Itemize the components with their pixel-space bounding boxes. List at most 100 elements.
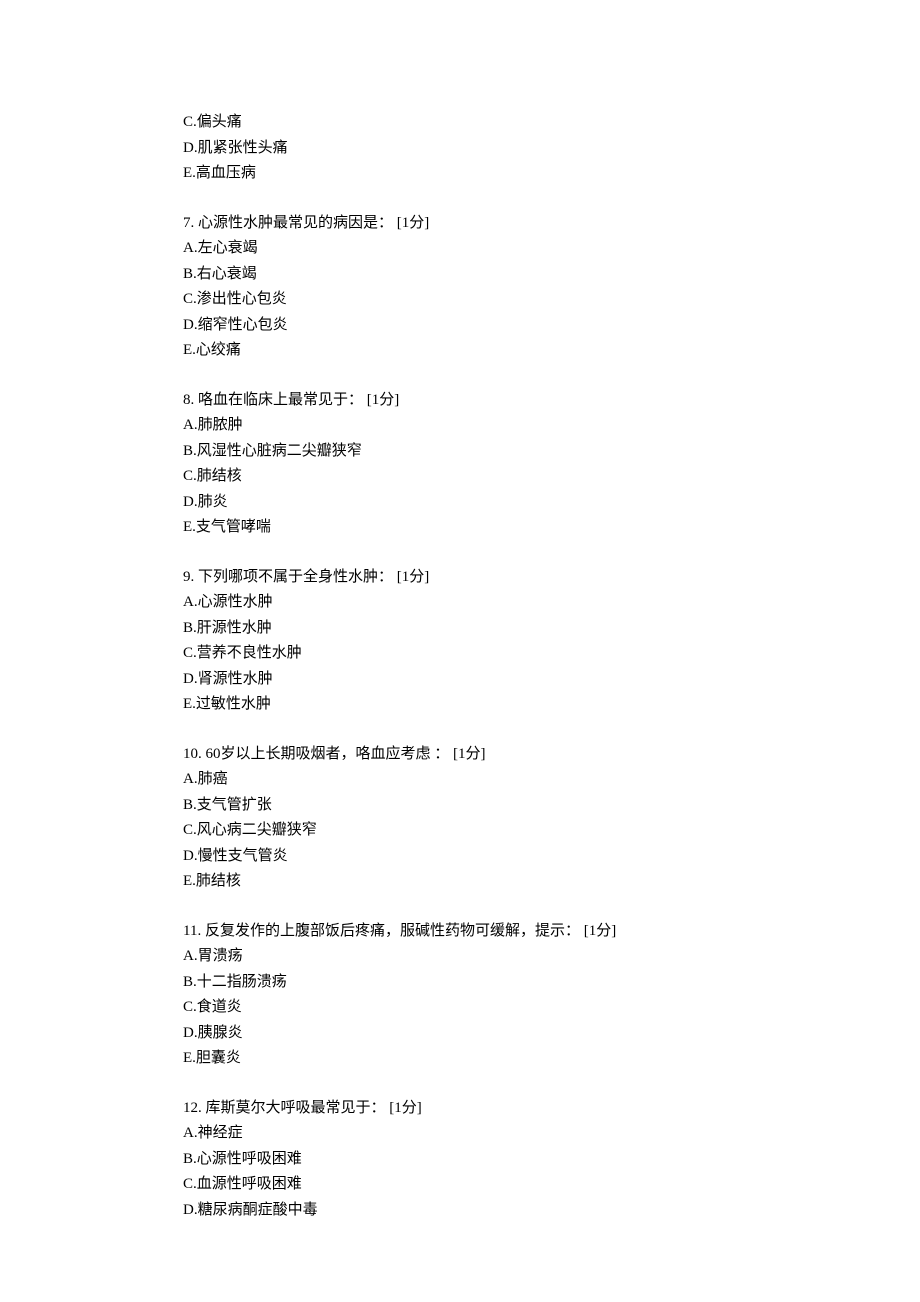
question-stem: 11. 反复发作的上腹部饭后疼痛，服碱性药物可缓解，提示： [1分] — [183, 919, 920, 945]
option-line: E.过敏性水肿 — [183, 692, 920, 718]
question-points: [1分] — [367, 392, 400, 408]
option-label: D — [183, 140, 194, 156]
option-text: 肺炎 — [198, 494, 228, 510]
option-label: C — [183, 1176, 193, 1192]
option-line: A.左心衰竭 — [183, 236, 920, 262]
question-points: [1分] — [453, 746, 486, 762]
question-stem: 8. 咯血在临床上最常见于： [1分] — [183, 388, 920, 414]
option-line: A.肺脓肿 — [183, 413, 920, 439]
option-text: 胆囊炎 — [196, 1050, 241, 1066]
option-text: 高血压病 — [196, 165, 256, 181]
option-line: D.肺炎 — [183, 490, 920, 516]
option-line: B.十二指肠溃疡 — [183, 970, 920, 996]
option-label: D — [183, 494, 194, 510]
option-line: B.风湿性心脏病二尖瓣狭窄 — [183, 439, 920, 465]
option-line: D.糖尿病酮症酸中毒 — [183, 1198, 920, 1224]
option-label: B — [183, 974, 193, 990]
question-stem: 7. 心源性水肿最常见的病因是： [1分] — [183, 211, 920, 237]
question-number: 8 — [183, 392, 191, 408]
option-line: D.肌紧张性头痛 — [183, 136, 920, 162]
option-label: E — [183, 519, 192, 535]
option-line: C.肺结核 — [183, 464, 920, 490]
option-line: C.营养不良性水肿 — [183, 641, 920, 667]
option-line: D.肾源性水肿 — [183, 667, 920, 693]
option-text: 肺结核 — [197, 468, 242, 484]
option-line: E.肺结核 — [183, 869, 920, 895]
question-stem: 9. 下列哪项不属于全身性水肿： [1分] — [183, 565, 920, 591]
option-text: 肺癌 — [198, 771, 228, 787]
option-line: D.缩窄性心包炎 — [183, 313, 920, 339]
option-line: D.慢性支气管炎 — [183, 844, 920, 870]
option-label: A — [183, 594, 194, 610]
option-line: E.支气管哮喘 — [183, 515, 920, 541]
question-10: 10. 60岁以上长期吸烟者，咯血应考虑 ： [1分] A.肺癌 B.支气管扩张… — [183, 742, 920, 895]
option-line: C.血源性呼吸困难 — [183, 1172, 920, 1198]
option-text: 右心衰竭 — [197, 266, 257, 282]
option-label: A — [183, 240, 194, 256]
option-text: 慢性支气管炎 — [198, 848, 288, 864]
option-line: D.胰腺炎 — [183, 1021, 920, 1047]
question-number: 12 — [183, 1100, 198, 1116]
option-text: 风心病二尖瓣狭窄 — [197, 822, 317, 838]
option-text: 渗出性心包炎 — [197, 291, 287, 307]
option-text: 缩窄性心包炎 — [198, 317, 288, 333]
option-label: E — [183, 1050, 192, 1066]
question-text: 下列哪项不属于全身性水肿： — [198, 569, 393, 585]
option-text: 肺结核 — [196, 873, 241, 889]
question-text: 心源性水肿最常见的病因是： — [198, 215, 393, 231]
option-line: A.神经症 — [183, 1121, 920, 1147]
option-line: B.支气管扩张 — [183, 793, 920, 819]
option-label: D — [183, 317, 194, 333]
question-number: 7 — [183, 215, 191, 231]
option-label: C — [183, 468, 193, 484]
question-text: 库斯莫尔大呼吸最常见于： — [206, 1100, 386, 1116]
option-label: D — [183, 671, 194, 687]
option-line: B.肝源性水肿 — [183, 616, 920, 642]
question-stem: 12. 库斯莫尔大呼吸最常见于： [1分] — [183, 1096, 920, 1122]
option-line: E.心绞痛 — [183, 338, 920, 364]
option-line: A.胃溃疡 — [183, 944, 920, 970]
option-line: E.胆囊炎 — [183, 1046, 920, 1072]
option-text: 肌紧张性头痛 — [198, 140, 288, 156]
question-stem: 10. 60岁以上长期吸烟者，咯血应考虑 ： [1分] — [183, 742, 920, 768]
option-text: 过敏性水肿 — [196, 696, 271, 712]
option-line: C.风心病二尖瓣狭窄 — [183, 818, 920, 844]
question-text: 反复发作的上腹部饭后疼痛，服碱性药物可缓解，提示： — [205, 923, 580, 939]
question-number: 9 — [183, 569, 191, 585]
option-text: 十二指肠溃疡 — [197, 974, 287, 990]
option-text: 支气管扩张 — [197, 797, 272, 813]
option-line: A.心源性水肿 — [183, 590, 920, 616]
question-6-remaining: C.偏头痛 D.肌紧张性头痛 E.高血压病 — [183, 110, 920, 187]
question-number: 11 — [183, 923, 197, 939]
question-number: 10 — [183, 746, 198, 762]
option-label: C — [183, 291, 193, 307]
option-label: B — [183, 1151, 193, 1167]
option-text: 心绞痛 — [196, 342, 241, 358]
option-label: C — [183, 114, 193, 130]
question-points: [1分] — [397, 569, 430, 585]
option-text: 支气管哮喘 — [196, 519, 271, 535]
option-line: B.心源性呼吸困难 — [183, 1147, 920, 1173]
option-text: 糖尿病酮症酸中毒 — [198, 1202, 318, 1218]
option-label: B — [183, 266, 193, 282]
option-text: 肝源性水肿 — [197, 620, 272, 636]
question-11: 11. 反复发作的上腹部饭后疼痛，服碱性药物可缓解，提示： [1分] A.胃溃疡… — [183, 919, 920, 1072]
option-text: 血源性呼吸困难 — [197, 1176, 302, 1192]
option-line: C.渗出性心包炎 — [183, 287, 920, 313]
option-text: 心源性呼吸困难 — [197, 1151, 302, 1167]
option-label: C — [183, 822, 193, 838]
option-text: 食道炎 — [197, 999, 242, 1015]
option-text: 营养不良性水肿 — [197, 645, 302, 661]
question-12: 12. 库斯莫尔大呼吸最常见于： [1分] A.神经症 B.心源性呼吸困难 C.… — [183, 1096, 920, 1224]
option-line: E.高血压病 — [183, 161, 920, 187]
option-label: B — [183, 797, 193, 813]
option-label: E — [183, 873, 192, 889]
option-label: D — [183, 1025, 194, 1041]
question-points: [1分] — [397, 215, 430, 231]
option-text: 左心衰竭 — [198, 240, 258, 256]
option-text: 肺脓肿 — [198, 417, 243, 433]
question-9: 9. 下列哪项不属于全身性水肿： [1分] A.心源性水肿 B.肝源性水肿 C.… — [183, 565, 920, 718]
question-text: 咯血在临床上最常见于： — [198, 392, 363, 408]
option-label: B — [183, 620, 193, 636]
option-text: 胰腺炎 — [198, 1025, 243, 1041]
